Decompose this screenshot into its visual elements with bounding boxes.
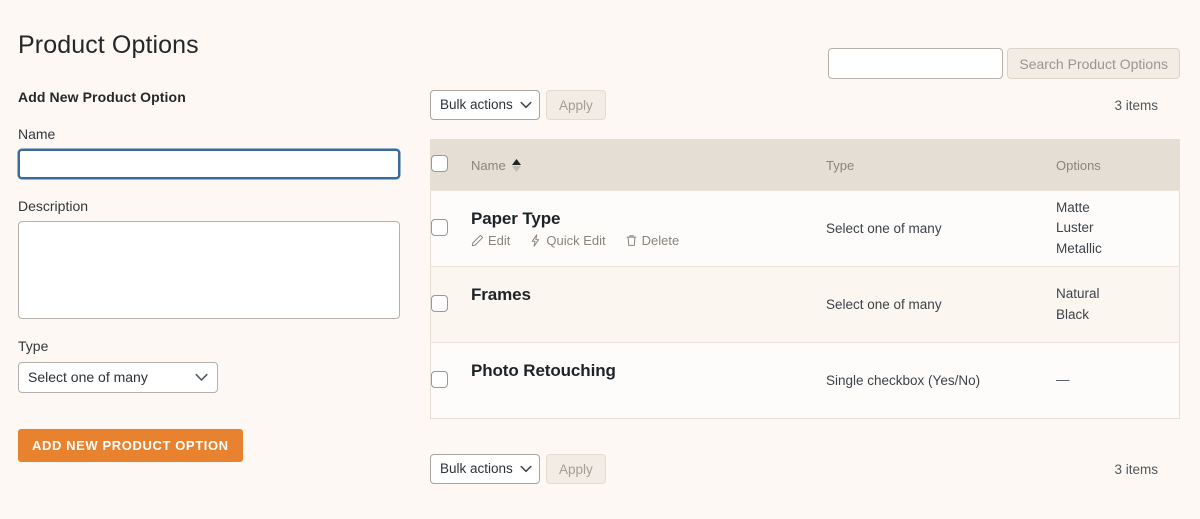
- row-title[interactable]: Paper Type: [471, 209, 826, 229]
- quick-edit-link[interactable]: Quick Edit: [529, 232, 606, 248]
- bulk-actions-select-bottom[interactable]: Bulk actions: [430, 454, 540, 484]
- description-label: Description: [18, 198, 89, 215]
- row-type-cell: Select one of many: [826, 266, 1056, 343]
- row-type-cell: Select one of many: [826, 190, 1056, 267]
- search-input[interactable]: [828, 48, 1004, 79]
- row-option-item: Luster: [1056, 220, 1094, 236]
- add-product-option-form: Add New Product Option Name Description …: [18, 89, 400, 462]
- row-checkbox[interactable]: [431, 218, 448, 236]
- type-label: Type: [18, 338, 49, 355]
- table-header-row: Name Type Options: [430, 139, 1180, 191]
- row-select-cell: [430, 266, 471, 343]
- delete-link-label: Delete: [641, 232, 680, 248]
- bulk-actions-group-bottom: Bulk actions Apply: [430, 454, 606, 484]
- row-options-cell: —: [1056, 342, 1180, 419]
- column-header-options: Options: [1056, 139, 1180, 191]
- type-field-group: Type Select one of many: [18, 337, 400, 393]
- tablenav-bottom: Bulk actions Apply 3 items: [430, 454, 1180, 484]
- row-title[interactable]: Frames: [471, 285, 826, 305]
- row-options-cell: Matte Luster Metallic: [1056, 190, 1180, 267]
- search-box: Search Product Options: [828, 48, 1180, 79]
- column-header-options-label: Options: [1056, 157, 1101, 173]
- row-type-cell: Single checkbox (Yes/No): [826, 342, 1056, 419]
- type-select[interactable]: Select one of many: [18, 361, 218, 393]
- table-head: Name Type Options: [430, 139, 1180, 191]
- sort-arrows-icon: [511, 158, 521, 172]
- table-row: Photo Retouching Edit Quick: [430, 342, 1180, 419]
- bulk-actions-select-top[interactable]: Bulk actions: [430, 90, 540, 120]
- items-count-bottom: 3 items: [1114, 461, 1158, 477]
- delete-link[interactable]: Delete: [625, 232, 680, 248]
- row-option-item: Matte: [1056, 200, 1090, 216]
- column-header-name-label: Name: [471, 157, 506, 173]
- apply-button-bottom[interactable]: Apply: [546, 454, 606, 484]
- row-option-item: Metallic: [1056, 240, 1102, 256]
- table-row: Frames Edit Quick Edit: [430, 266, 1180, 343]
- row-select-cell: [430, 342, 471, 419]
- row-option-item: Black: [1056, 306, 1090, 322]
- row-name-cell: Paper Type Edit Quick Edit Delete: [471, 190, 826, 267]
- row-title[interactable]: Photo Retouching: [471, 361, 826, 381]
- product-options-table: Name Type Options Paper Type Edit Quick …: [430, 139, 1180, 419]
- items-count-top: 3 items: [1114, 97, 1158, 113]
- row-actions: Edit Quick Edit Delete: [471, 233, 826, 248]
- apply-button-top[interactable]: Apply: [546, 90, 606, 120]
- column-header-type-label: Type: [826, 157, 855, 173]
- edit-link[interactable]: Edit: [471, 233, 510, 248]
- row-option-item: Natural: [1056, 286, 1100, 302]
- row-checkbox[interactable]: [431, 294, 448, 312]
- select-all-header: [430, 139, 471, 191]
- pencil-icon: [471, 234, 484, 247]
- quick-edit-link-label: Quick Edit: [546, 232, 606, 248]
- search-submit-button[interactable]: Search Product Options: [1007, 48, 1180, 79]
- name-field-group: Name: [18, 125, 400, 180]
- select-all-checkbox[interactable]: [431, 155, 448, 172]
- column-header-name[interactable]: Name: [471, 139, 826, 191]
- description-field-group: Description: [18, 197, 400, 320]
- column-header-type: Type: [826, 139, 1056, 191]
- row-checkbox[interactable]: [431, 370, 448, 388]
- edit-link-label: Edit: [488, 232, 511, 248]
- row-option-item: —: [1056, 372, 1070, 388]
- row-select-cell: [430, 190, 471, 267]
- tablenav-top: Bulk actions Apply 3 items: [430, 90, 1180, 120]
- name-input[interactable]: [18, 149, 400, 180]
- table-row: Paper Type Edit Quick Edit Delete Select…: [430, 190, 1180, 267]
- row-name-cell: Photo Retouching Edit Quick: [471, 342, 826, 419]
- add-new-product-option-button[interactable]: ADD NEW PRODUCT OPTION: [18, 428, 243, 462]
- row-options-cell: Natural Black: [1056, 266, 1180, 343]
- bulk-actions-group-top: Bulk actions Apply: [430, 90, 606, 120]
- sort-name-control[interactable]: Name: [471, 158, 521, 173]
- add-form-heading: Add New Product Option: [18, 89, 186, 105]
- trash-icon: [625, 234, 638, 247]
- description-textarea[interactable]: [18, 221, 400, 320]
- page-title: Product Options: [18, 30, 199, 59]
- table-body: Paper Type Edit Quick Edit Delete Select…: [430, 190, 1180, 419]
- name-label: Name: [18, 126, 56, 142]
- lightning-icon: [529, 234, 542, 247]
- row-name-cell: Frames Edit Quick Edit: [471, 266, 826, 343]
